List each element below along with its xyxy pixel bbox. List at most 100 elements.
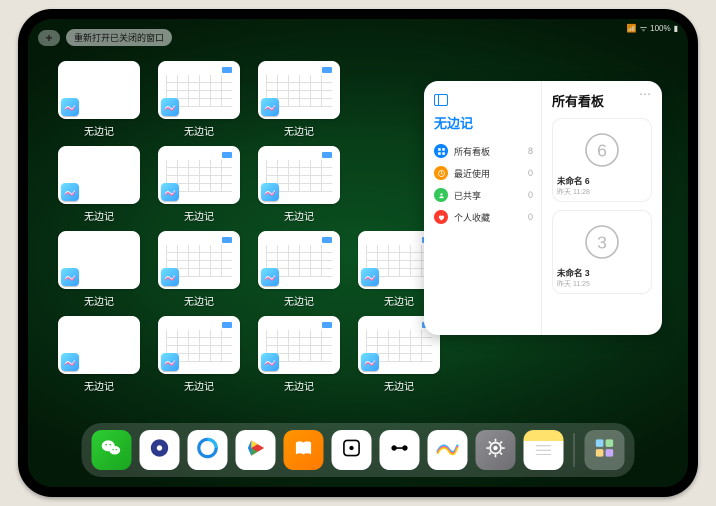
- dock-app-browser-1[interactable]: [140, 430, 180, 470]
- window-tile[interactable]: 无边记: [58, 231, 140, 308]
- sidebar-item-count: 0: [528, 190, 533, 200]
- ipad-frame: 📶 ᯤ 100% ▮ + 重新打开已关闭的窗口 无边记 无边记 无边记 无边记: [18, 9, 698, 497]
- sidebar-item[interactable]: 最近使用 0: [434, 162, 533, 184]
- signal-icon: 📶: [627, 24, 637, 33]
- tile-thumbnail: [258, 146, 340, 204]
- window-tile[interactable]: 无边记: [158, 146, 240, 223]
- freeform-app-badge-icon: [161, 98, 179, 116]
- board-card[interactable]: 3 未命名 3 昨天 11:25: [552, 210, 652, 294]
- window-tile[interactable]: 无边记: [158, 231, 240, 308]
- tile-label: 无边记: [84, 123, 114, 138]
- dock-app-wechat[interactable]: [92, 430, 132, 470]
- dock-app-dice[interactable]: [332, 430, 372, 470]
- wechat-icon: [99, 435, 125, 466]
- freeform-icon: [435, 435, 461, 466]
- panel-left-title: 无边记: [434, 113, 533, 132]
- freeform-app-badge-icon: [361, 268, 379, 286]
- svg-text:6: 6: [597, 140, 607, 160]
- freeform-app-badge-icon: [61, 353, 79, 371]
- panel-right-title: 所有看板: [552, 91, 652, 110]
- browser-2-icon: [195, 435, 221, 466]
- reopen-closed-window-button[interactable]: 重新打开已关闭的窗口: [66, 29, 172, 46]
- tile-label: 无边记: [284, 293, 314, 308]
- dock-app-library[interactable]: [585, 430, 625, 470]
- window-tile[interactable]: 无边记: [258, 231, 340, 308]
- board-sketch: 3: [557, 217, 647, 267]
- browser-1-icon: [147, 435, 173, 466]
- tile-thumbnail: [158, 146, 240, 204]
- dock: [82, 423, 635, 477]
- dock-app-notes[interactable]: [524, 430, 564, 470]
- battery-icon: ▮: [674, 24, 678, 33]
- wifi-icon: ᯤ: [640, 23, 647, 34]
- sidebar-item-count: 8: [528, 146, 533, 156]
- tile-label: 无边记: [84, 293, 114, 308]
- sidebar-item[interactable]: 已共享 0: [434, 184, 533, 206]
- new-window-button[interactable]: +: [38, 30, 60, 46]
- play-icon: [243, 435, 269, 466]
- board-sketch: 6: [557, 125, 647, 175]
- notes-icon: [531, 435, 557, 466]
- tile-thumbnail: [158, 231, 240, 289]
- battery-pct: 100%: [650, 24, 670, 33]
- freeform-app-badge-icon: [261, 353, 279, 371]
- board-subtitle: 昨天 11:28: [557, 187, 647, 197]
- window-switcher-grid: 无边记 无边记 无边记 无边记 无边记 无边记 无边记: [58, 61, 440, 393]
- tile-thumbnail: [258, 231, 340, 289]
- tile-label: 无边记: [284, 123, 314, 138]
- dock-app-dots[interactable]: [380, 430, 420, 470]
- window-tile[interactable]: 无边记: [258, 316, 340, 393]
- window-tile[interactable]: 无边记: [158, 316, 240, 393]
- sidebar-item[interactable]: 所有看板 8: [434, 140, 533, 162]
- tile-thumbnail: [258, 61, 340, 119]
- window-tile[interactable]: 无边记: [58, 61, 140, 138]
- sidebar-toggle-icon[interactable]: [434, 94, 448, 106]
- dock-app-books[interactable]: [284, 430, 324, 470]
- tile-label: 无边记: [184, 293, 214, 308]
- sidebar-item-label: 已共享: [454, 189, 481, 202]
- window-tile[interactable]: 无边记: [258, 146, 340, 223]
- tile-thumbnail: [58, 146, 140, 204]
- more-icon[interactable]: ⋯: [639, 87, 652, 101]
- dock-app-browser-2[interactable]: [188, 430, 228, 470]
- window-tile[interactable]: 无边记: [58, 316, 140, 393]
- freeform-app-badge-icon: [261, 268, 279, 286]
- tile-thumbnail: [158, 316, 240, 374]
- dock-app-settings[interactable]: [476, 430, 516, 470]
- tile-thumbnail: [158, 61, 240, 119]
- tile-label: 无边记: [184, 208, 214, 223]
- freeform-app-badge-icon: [61, 268, 79, 286]
- freeform-app-badge-icon: [261, 98, 279, 116]
- svg-text:3: 3: [597, 232, 607, 252]
- status-bar: 📶 ᯤ 100% ▮: [627, 23, 678, 34]
- dots-icon: [387, 435, 413, 466]
- sidebar-item-count: 0: [528, 168, 533, 178]
- board-subtitle: 昨天 11:25: [557, 279, 647, 289]
- sidebar-item[interactable]: 个人收藏0: [434, 206, 533, 228]
- board-name: 未命名 3: [557, 267, 647, 279]
- sidebar-item-label: 个人收藏: [454, 211, 490, 224]
- freeform-app-badge-icon: [361, 353, 379, 371]
- top-nav: + 重新打开已关闭的窗口: [38, 29, 172, 46]
- board-name: 未命名 6: [557, 175, 647, 187]
- freeform-app-badge-icon: [161, 353, 179, 371]
- tile-label: 无边记: [84, 208, 114, 223]
- sidebar-item-label: 最近使用: [454, 167, 490, 180]
- dice-icon: [339, 435, 365, 466]
- window-tile[interactable]: 无边记: [158, 61, 240, 138]
- app-library-icon: [592, 435, 618, 466]
- tile-label: 无边记: [384, 293, 414, 308]
- tile-thumbnail: [58, 231, 140, 289]
- sidebar-item-label: 所有看板: [454, 145, 490, 158]
- freeform-app-badge-icon: [261, 183, 279, 201]
- dock-app-play[interactable]: [236, 430, 276, 470]
- window-tile[interactable]: 无边记: [258, 61, 340, 138]
- dock-app-freeform[interactable]: [428, 430, 468, 470]
- window-tile[interactable]: 无边记: [58, 146, 140, 223]
- freeform-app-badge-icon: [161, 183, 179, 201]
- dock-separator: [574, 433, 575, 467]
- tile-label: 无边记: [284, 378, 314, 393]
- board-card[interactable]: 6 未命名 6 昨天 11:28: [552, 118, 652, 202]
- freeform-panel[interactable]: 无边记 所有看板 8 最近使用 0 已共享 0 个人收藏0 ⋯ 所有看板 6 未命名 6 昨…: [424, 81, 662, 335]
- tile-label: 无边记: [184, 123, 214, 138]
